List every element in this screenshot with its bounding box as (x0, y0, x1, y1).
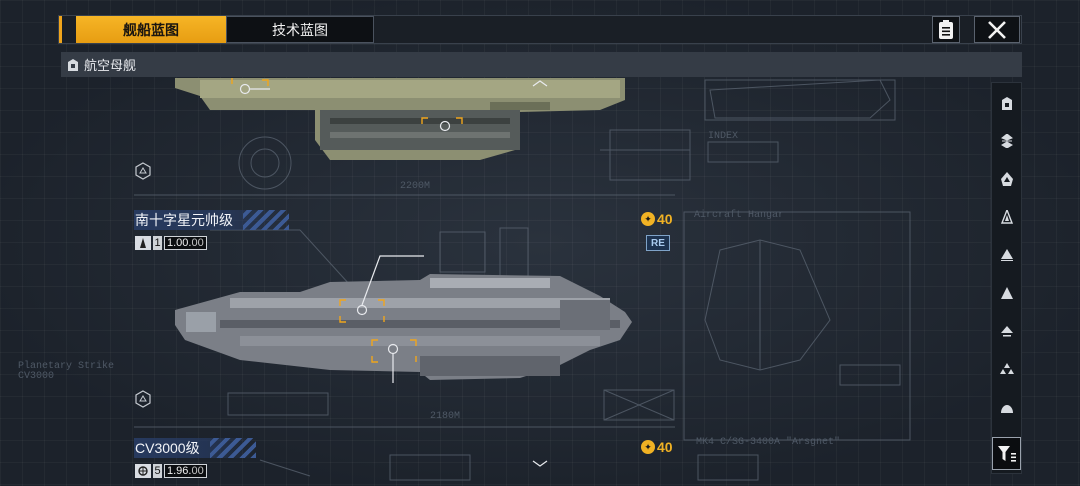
dome-icon (1000, 404, 1013, 413)
ship-value: 1.00. 00 (164, 235, 207, 250)
ship-type-icon (135, 463, 151, 478)
filter-corvette[interactable] (992, 238, 1021, 272)
fighter-icon (999, 363, 1014, 374)
filter-station[interactable] (992, 390, 1021, 424)
category-bar: 航空母舰 (61, 52, 1022, 77)
ship-stats: 5 1.96. 00 (135, 463, 207, 478)
tab-tech-blueprints[interactable]: 技术蓝图 (226, 16, 374, 43)
ship-count: 5 (153, 463, 162, 478)
ship-card-header[interactable]: 南十字星元帅级 (134, 210, 289, 230)
filter-destroyer[interactable] (992, 162, 1021, 196)
aux-ship-icon (1000, 326, 1013, 337)
ship-type-filter (991, 82, 1022, 474)
close-icon (988, 20, 1006, 39)
tab-ship-blueprints[interactable]: 舰船蓝图 (76, 16, 226, 43)
ship-stats: 1 1.00. 00 (135, 235, 207, 250)
carrier-icon (68, 58, 78, 71)
ship-value: 1.96. 00 (164, 463, 207, 478)
document-button[interactable] (932, 16, 960, 43)
filter-carrier[interactable] (992, 86, 1021, 120)
carrier-icon (1001, 96, 1012, 110)
ship-count: 1 (153, 235, 162, 250)
ship-name: 南十字星元帅级 (135, 212, 233, 228)
command-point-icon: ✦ (641, 440, 655, 454)
ship-type-icon (135, 235, 151, 250)
battleship-icon (1000, 287, 1013, 299)
hex-badge-icon (135, 390, 151, 408)
tag-badge: RE (646, 235, 670, 251)
ship-card-header[interactable]: CV3000级 (134, 438, 256, 458)
command-point-value: 40 (657, 211, 673, 227)
hex-badge-icon (135, 162, 151, 180)
document-icon (939, 19, 953, 39)
category-label: 航空母舰 (84, 58, 137, 73)
filter-frigate[interactable] (992, 200, 1021, 234)
filter-fighter[interactable] (992, 352, 1021, 386)
cruiser-icon (1000, 134, 1013, 148)
filter-button[interactable] (992, 437, 1021, 470)
close-button[interactable] (974, 16, 1020, 43)
filter-battleship[interactable] (992, 276, 1021, 310)
frigate-icon (1000, 210, 1013, 224)
ship-name: CV3000级 (135, 440, 200, 456)
accent-bar (59, 16, 62, 43)
command-point-value: 40 (657, 439, 673, 455)
command-points: ✦ 40 (641, 211, 673, 227)
filter-icon (997, 445, 1016, 462)
filter-aux-ship[interactable] (992, 314, 1021, 348)
filter-cruiser[interactable] (992, 124, 1021, 158)
header-stripes (209, 438, 256, 458)
header-stripes (243, 210, 289, 230)
command-points: ✦ 40 (641, 439, 673, 455)
command-point-icon: ✦ (641, 212, 655, 226)
destroyer-icon (1000, 172, 1013, 186)
corvette-icon (1000, 249, 1013, 261)
